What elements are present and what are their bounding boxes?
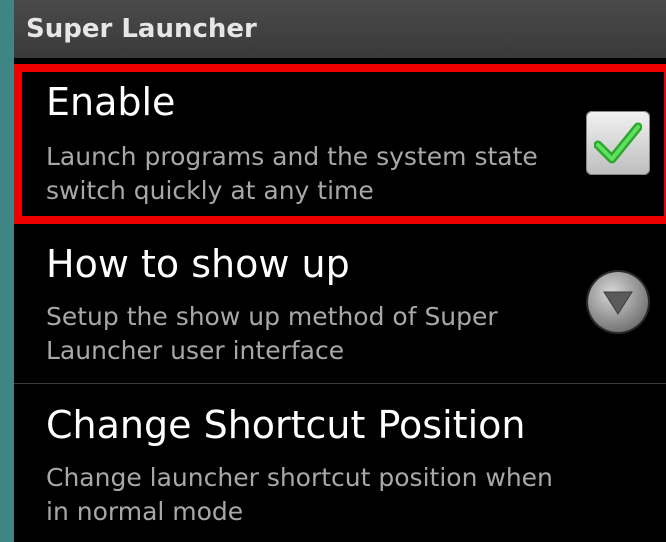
dropdown-button[interactable] [588,272,648,332]
setting-enable[interactable]: Enable Launch programs and the system st… [14,64,666,224]
setting-title: Change Shortcut Position [46,403,526,447]
setting-description: Setup the show up method of Super Launch… [46,302,498,365]
setting-description: Change launcher shortcut position when i… [46,463,553,526]
title-bar: Super Launcher [14,0,666,58]
setting-title: Enable [46,80,176,124]
setting-description: Launch programs and the system state swi… [46,142,538,205]
setting-change-shortcut-position[interactable]: Change Shortcut Position Change launcher… [14,385,666,542]
app-title: Super Launcher [26,14,257,44]
chevron-down-icon [603,291,633,315]
setting-title: How to show up [46,242,350,286]
setting-how-to-show-up[interactable]: How to show up Setup the show up method … [14,224,666,384]
divider [14,383,666,384]
check-icon [594,122,642,164]
settings-screen: Super Launcher Enable Launch programs an… [14,0,666,542]
enable-checkbox[interactable] [586,111,650,175]
